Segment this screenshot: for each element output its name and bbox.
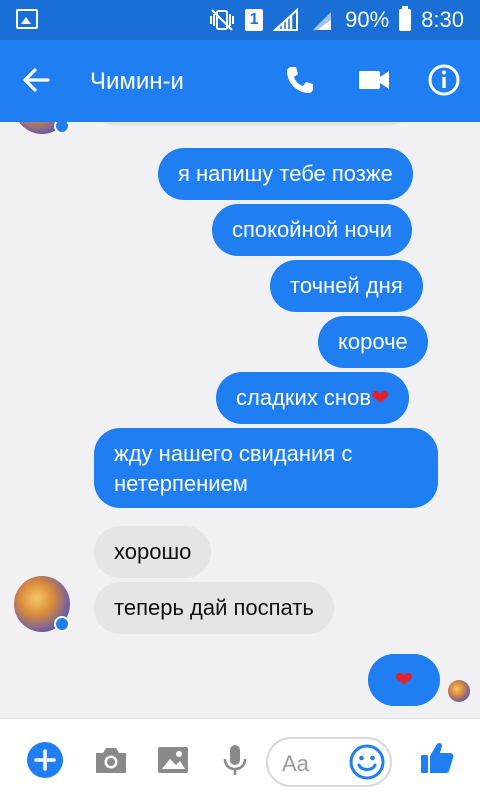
message-bubble-outgoing[interactable]: спокойной ночи — [212, 204, 412, 256]
status-bar: 1 90% 8:30 — [0, 0, 480, 40]
message-bubble-outgoing[interactable]: точней дня — [270, 260, 423, 312]
heart-emoji: ❤ — [371, 385, 390, 410]
emoji-icon[interactable] — [348, 743, 386, 781]
sim-indicator: 1 — [245, 9, 264, 31]
signal-icon — [273, 8, 299, 31]
phone-call-icon[interactable] — [282, 62, 318, 98]
message-bubble-outgoing[interactable]: я напишу тебе позже — [158, 148, 413, 200]
message-bubble-incoming[interactable]: теперь дай поспать — [94, 582, 334, 634]
message-bubble-outgoing[interactable]: короче — [318, 316, 428, 368]
message-bubble-outgoing[interactable]: жду нашего свидания с нетерпением — [94, 428, 438, 508]
message-thread: я напишу тебе позже спокойной ночи точне… — [0, 122, 480, 718]
message-text-line: жду нашего свидания с — [114, 441, 353, 466]
previous-message-bubble[interactable] — [94, 122, 410, 126]
messenger-badge-icon — [54, 616, 70, 632]
messenger-badge-icon — [54, 122, 70, 134]
battery-icon — [399, 6, 412, 31]
heart-emoji: ❤ — [394, 667, 414, 692]
mute-vibrate-icon — [210, 9, 235, 31]
microphone-icon[interactable] — [216, 741, 254, 779]
gallery-icon[interactable] — [154, 741, 192, 779]
message-text-line: нетерпением — [114, 471, 248, 496]
video-call-icon[interactable] — [356, 62, 392, 98]
read-receipt-avatar — [448, 680, 470, 702]
message-input-placeholder: Aa — [282, 751, 309, 776]
message-bubble-incoming[interactable]: хорошо — [94, 526, 212, 578]
signal-2-icon — [313, 12, 332, 30]
message-composer: Aa — [0, 718, 480, 800]
plus-icon[interactable] — [26, 741, 64, 779]
clock: 8:30 — [421, 7, 464, 32]
message-bubble-outgoing-heart[interactable]: ❤ — [368, 654, 440, 706]
like-icon[interactable] — [418, 739, 456, 777]
back-arrow-icon[interactable] — [18, 62, 54, 98]
message-bubble-outgoing[interactable]: сладких снов❤ — [216, 372, 410, 424]
info-icon[interactable] — [426, 62, 462, 98]
contact-name[interactable]: Чимин-и — [90, 68, 184, 96]
camera-icon[interactable] — [92, 741, 130, 779]
conversation-header: Чимин-и — [0, 40, 480, 122]
message-text: сладких снов — [236, 385, 372, 410]
gallery-notification-icon — [16, 9, 38, 29]
status-icons: 1 90% 8:30 — [209, 6, 464, 34]
battery-percent: 90% — [345, 7, 390, 32]
